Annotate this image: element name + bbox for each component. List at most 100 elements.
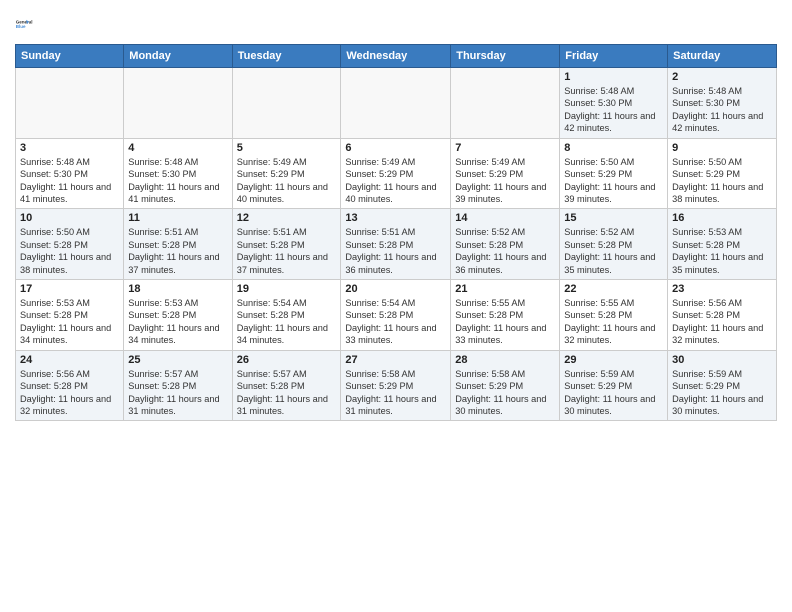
day-number: 17 xyxy=(20,283,119,295)
calendar-cell: 4 Sunrise: 5:48 AMSunset: 5:30 PMDaylight… xyxy=(124,138,232,209)
calendar-cell: 8Sunrise: 5:50 AMSunset: 5:29 PMDaylight… xyxy=(560,138,668,209)
day-info: Sunrise: 5:56 AMSunset: 5:28 PMDaylight:… xyxy=(672,297,772,347)
day-info: Sunrise: 5:51 AMSunset: 5:28 PMDaylight:… xyxy=(237,226,337,276)
calendar-week-row: 24 Sunrise: 5:56 AMSunset: 5:28 PMDayligh… xyxy=(16,350,777,421)
day-number: 10 xyxy=(20,212,119,224)
calendar-cell xyxy=(451,68,560,139)
calendar-cell: 27 Sunrise: 5:58 AMSunset: 5:29 PMDayligh… xyxy=(341,350,451,421)
calendar-cell: 28 Sunrise: 5:58 AMSunset: 5:29 PMDayligh… xyxy=(451,350,560,421)
calendar-cell: 30 Sunrise: 5:59 AMSunset: 5:29 PMDayligh… xyxy=(668,350,777,421)
calendar-cell xyxy=(124,68,232,139)
calendar-cell: 15Sunrise: 5:52 AMSunset: 5:28 PMDayligh… xyxy=(560,209,668,280)
day-info: Sunrise: 5:50 AMSunset: 5:29 PMDaylight:… xyxy=(564,156,663,206)
day-number: 1 xyxy=(564,71,663,83)
day-number: 23 xyxy=(672,283,772,295)
day-number: 14 xyxy=(455,212,555,224)
calendar-cell: 20Sunrise: 5:54 AMSunset: 5:28 PMDayligh… xyxy=(341,280,451,351)
day-number: 27 xyxy=(345,354,446,366)
day-number: 13 xyxy=(345,212,446,224)
day-info: Sunrise: 5:57 AMSunset: 5:28 PMDaylight:… xyxy=(128,368,227,418)
calendar-cell: 23 Sunrise: 5:56 AMSunset: 5:28 PMDayligh… xyxy=(668,280,777,351)
page: General Blue SundayMondayTuesdayWednesda… xyxy=(0,0,792,431)
svg-text:Blue: Blue xyxy=(16,24,26,29)
day-number: 16 xyxy=(672,212,772,224)
day-number: 29 xyxy=(564,354,663,366)
calendar-cell xyxy=(232,68,341,139)
day-info: Sunrise: 5:52 AMSunset: 5:28 PMDaylight:… xyxy=(455,226,555,276)
logo: General Blue xyxy=(15,10,43,38)
calendar-cell: 22 Sunrise: 5:55 AMSunset: 5:28 PMDayligh… xyxy=(560,280,668,351)
day-number: 6 xyxy=(345,142,446,154)
calendar-table: SundayMondayTuesdayWednesdayThursdayFrid… xyxy=(15,44,777,421)
day-info: Sunrise: 5:58 AMSunset: 5:29 PMDaylight:… xyxy=(345,368,446,418)
day-info: Sunrise: 5:49 AMSunset: 5:29 PMDaylight:… xyxy=(455,156,555,206)
day-info: Sunrise: 5:59 AMSunset: 5:29 PMDaylight:… xyxy=(672,368,772,418)
calendar-cell: 21 Sunrise: 5:55 AMSunset: 5:28 PMDayligh… xyxy=(451,280,560,351)
calendar-cell: 24 Sunrise: 5:56 AMSunset: 5:28 PMDayligh… xyxy=(16,350,124,421)
calendar-cell: 7Sunrise: 5:49 AMSunset: 5:29 PMDaylight… xyxy=(451,138,560,209)
day-info: Sunrise: 5:48 AMSunset: 5:30 PMDaylight:… xyxy=(672,85,772,135)
calendar-day-header: Wednesday xyxy=(341,45,451,68)
calendar-cell: 9 Sunrise: 5:50 AMSunset: 5:29 PMDaylight… xyxy=(668,138,777,209)
day-info: Sunrise: 5:54 AMSunset: 5:28 PMDaylight:… xyxy=(237,297,337,347)
day-number: 12 xyxy=(237,212,337,224)
calendar-cell: 29 Sunrise: 5:59 AMSunset: 5:29 PMDayligh… xyxy=(560,350,668,421)
calendar-cell: 14 Sunrise: 5:52 AMSunset: 5:28 PMDayligh… xyxy=(451,209,560,280)
calendar-week-row: 3 Sunrise: 5:48 AMSunset: 5:30 PMDaylight… xyxy=(16,138,777,209)
day-number: 4 xyxy=(128,142,227,154)
day-info: Sunrise: 5:55 AMSunset: 5:28 PMDaylight:… xyxy=(564,297,663,347)
calendar-cell xyxy=(341,68,451,139)
calendar-week-row: 17 Sunrise: 5:53 AMSunset: 5:28 PMDayligh… xyxy=(16,280,777,351)
calendar-cell: 16Sunrise: 5:53 AMSunset: 5:28 PMDayligh… xyxy=(668,209,777,280)
svg-text:General: General xyxy=(16,19,33,24)
day-info: Sunrise: 5:51 AMSunset: 5:28 PMDaylight:… xyxy=(128,226,227,276)
day-info: Sunrise: 5:48 AMSunset: 5:30 PMDaylight:… xyxy=(564,85,663,135)
day-info: Sunrise: 5:57 AMSunset: 5:28 PMDaylight:… xyxy=(237,368,337,418)
day-number: 24 xyxy=(20,354,119,366)
day-number: 22 xyxy=(564,283,663,295)
day-info: Sunrise: 5:51 AMSunset: 5:28 PMDaylight:… xyxy=(345,226,446,276)
calendar-cell: 11 Sunrise: 5:51 AMSunset: 5:28 PMDayligh… xyxy=(124,209,232,280)
day-number: 3 xyxy=(20,142,119,154)
day-number: 30 xyxy=(672,354,772,366)
day-info: Sunrise: 5:53 AMSunset: 5:28 PMDaylight:… xyxy=(20,297,119,347)
day-info: Sunrise: 5:53 AMSunset: 5:28 PMDaylight:… xyxy=(128,297,227,347)
calendar-day-header: Tuesday xyxy=(232,45,341,68)
day-number: 11 xyxy=(128,212,227,224)
day-info: Sunrise: 5:58 AMSunset: 5:29 PMDaylight:… xyxy=(455,368,555,418)
day-info: Sunrise: 5:48 AMSunset: 5:30 PMDaylight:… xyxy=(128,156,227,206)
day-number: 25 xyxy=(128,354,227,366)
calendar-header-row: SundayMondayTuesdayWednesdayThursdayFrid… xyxy=(16,45,777,68)
day-info: Sunrise: 5:48 AMSunset: 5:30 PMDaylight:… xyxy=(20,156,119,206)
day-number: 28 xyxy=(455,354,555,366)
day-info: Sunrise: 5:56 AMSunset: 5:28 PMDaylight:… xyxy=(20,368,119,418)
day-info: Sunrise: 5:55 AMSunset: 5:28 PMDaylight:… xyxy=(455,297,555,347)
day-number: 19 xyxy=(237,283,337,295)
calendar-cell: 12 Sunrise: 5:51 AMSunset: 5:28 PMDayligh… xyxy=(232,209,341,280)
day-info: Sunrise: 5:59 AMSunset: 5:29 PMDaylight:… xyxy=(564,368,663,418)
day-number: 18 xyxy=(128,283,227,295)
day-info: Sunrise: 5:50 AMSunset: 5:29 PMDaylight:… xyxy=(672,156,772,206)
calendar-day-header: Saturday xyxy=(668,45,777,68)
calendar-cell: 10 Sunrise: 5:50 AMSunset: 5:28 PMDayligh… xyxy=(16,209,124,280)
calendar-day-header: Thursday xyxy=(451,45,560,68)
calendar-week-row: 10 Sunrise: 5:50 AMSunset: 5:28 PMDayligh… xyxy=(16,209,777,280)
calendar-day-header: Sunday xyxy=(16,45,124,68)
calendar-cell: 25 Sunrise: 5:57 AMSunset: 5:28 PMDayligh… xyxy=(124,350,232,421)
day-info: Sunrise: 5:52 AMSunset: 5:28 PMDaylight:… xyxy=(564,226,663,276)
day-number: 5 xyxy=(237,142,337,154)
calendar-week-row: 1 Sunrise: 5:48 AMSunset: 5:30 PMDaylight… xyxy=(16,68,777,139)
calendar-cell: 3 Sunrise: 5:48 AMSunset: 5:30 PMDaylight… xyxy=(16,138,124,209)
logo-icon: General Blue xyxy=(15,10,43,38)
day-info: Sunrise: 5:49 AMSunset: 5:29 PMDaylight:… xyxy=(345,156,446,206)
calendar-cell: 2 Sunrise: 5:48 AMSunset: 5:30 PMDaylight… xyxy=(668,68,777,139)
calendar-cell: 17 Sunrise: 5:53 AMSunset: 5:28 PMDayligh… xyxy=(16,280,124,351)
day-number: 2 xyxy=(672,71,772,83)
calendar-cell: 19 Sunrise: 5:54 AMSunset: 5:28 PMDayligh… xyxy=(232,280,341,351)
day-info: Sunrise: 5:50 AMSunset: 5:28 PMDaylight:… xyxy=(20,226,119,276)
day-number: 21 xyxy=(455,283,555,295)
day-info: Sunrise: 5:54 AMSunset: 5:28 PMDaylight:… xyxy=(345,297,446,347)
calendar-day-header: Friday xyxy=(560,45,668,68)
calendar-cell: 6 Sunrise: 5:49 AMSunset: 5:29 PMDaylight… xyxy=(341,138,451,209)
day-number: 9 xyxy=(672,142,772,154)
